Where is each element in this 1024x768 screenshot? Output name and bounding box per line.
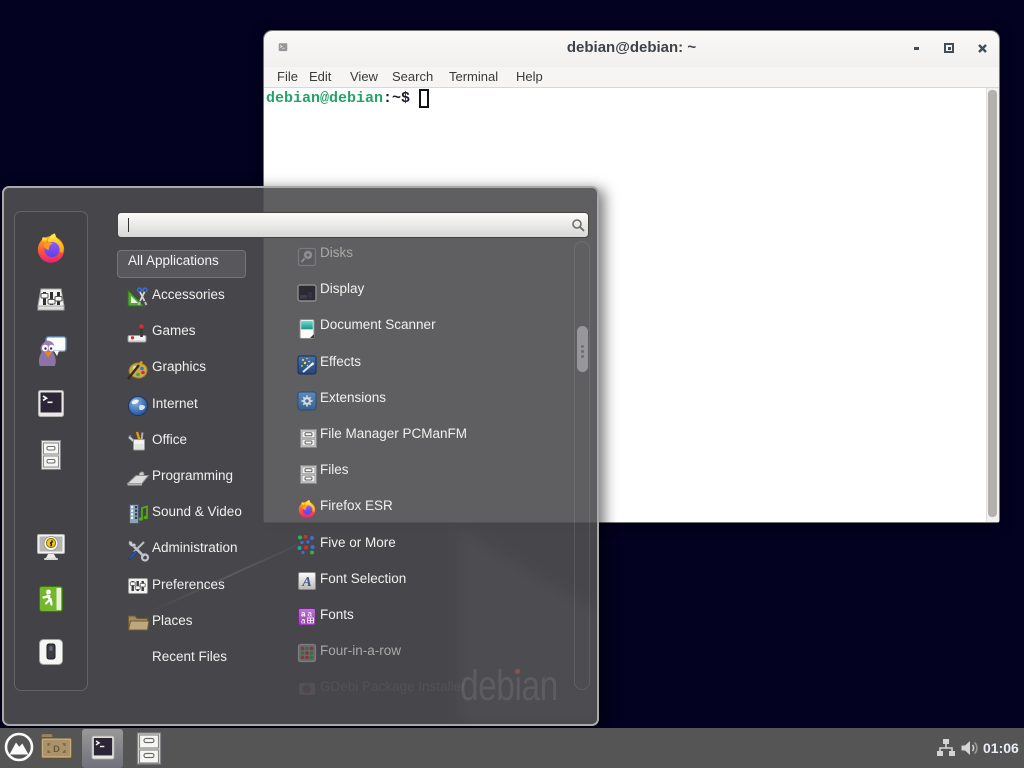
svg-text:a: a: [308, 610, 313, 619]
svg-text:D: D: [53, 744, 60, 754]
svg-text:a: a: [301, 617, 306, 626]
svg-text:A: A: [301, 575, 311, 590]
